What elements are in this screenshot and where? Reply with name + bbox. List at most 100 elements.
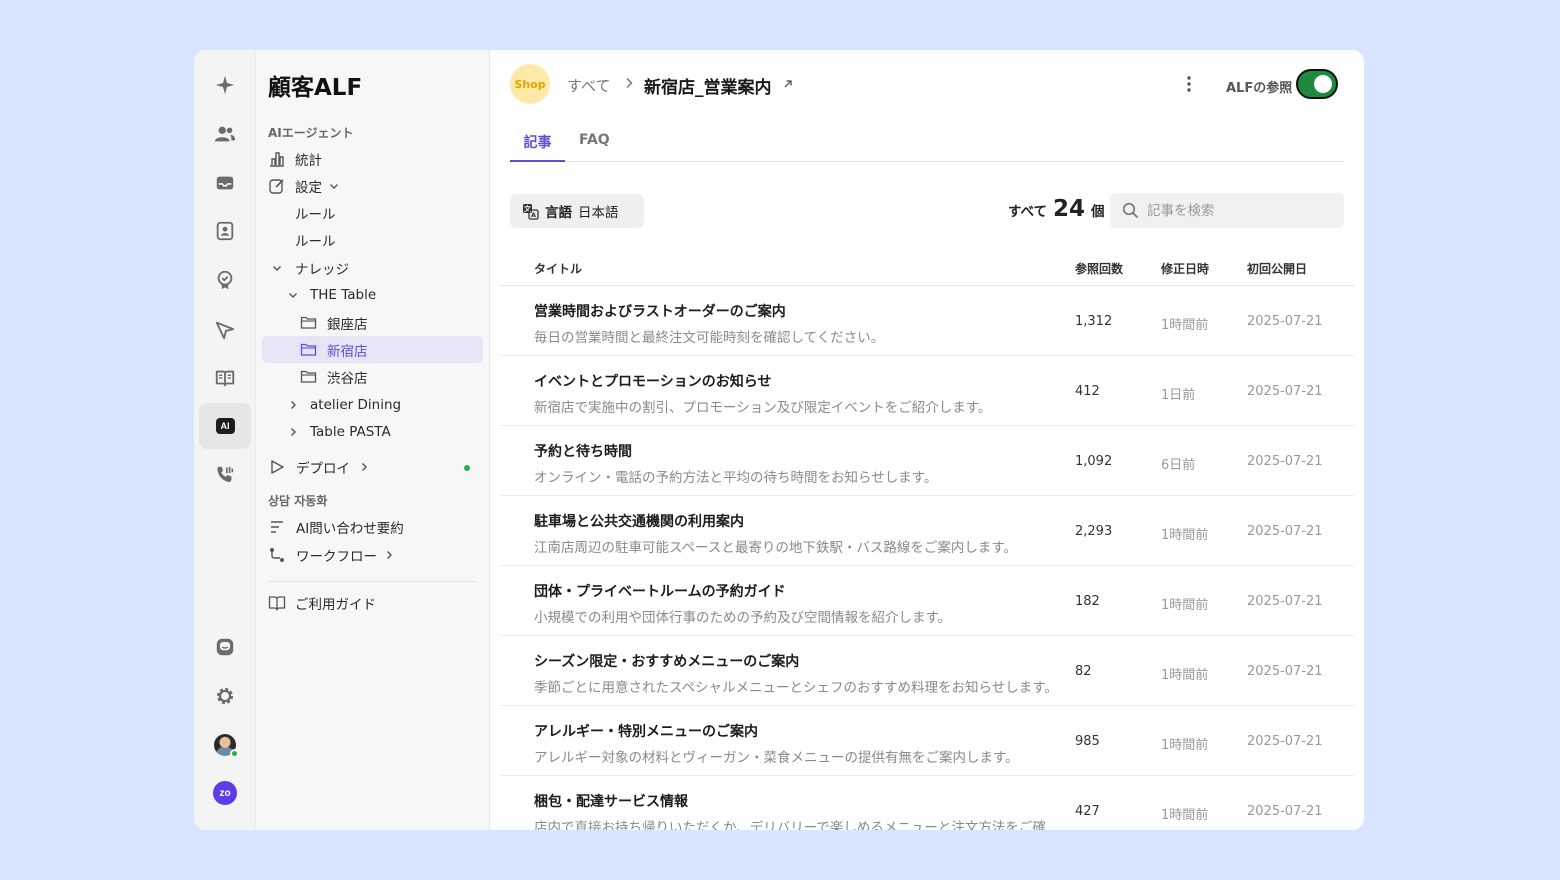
play-icon [271, 459, 284, 474]
sidebar-item-ginza[interactable]: 銀座店 [262, 309, 483, 336]
article-published: 2025-07-21 [1247, 734, 1323, 749]
workflow-icon [270, 547, 284, 562]
article-views: 1,092 [1075, 454, 1113, 469]
users-icon[interactable] [199, 111, 251, 157]
app-window: AI zo 顧客ALF AIエージェント 統計 設定 ルール ルール ナレッジ … [194, 50, 1364, 830]
sidebar-item-label: 設定 [295, 179, 322, 196]
sidebar-item-table-pasta[interactable]: Table PASTA [262, 418, 483, 445]
send-icon[interactable] [199, 307, 251, 353]
article-title: イベントとプロモーションのお知らせ [534, 374, 772, 390]
table-row[interactable]: 予約と待ち時間 オンライン・電話の予約方法と平均の待ち時間をお知らせします。 1… [500, 426, 1354, 496]
column-modified[interactable]: 修正日時 [1161, 260, 1209, 277]
article-table-body: 営業時間およびラストオーダーのご案内 毎日の営業時間と最終注文可能時刻を確認して… [500, 286, 1354, 830]
more-options-icon[interactable] [1180, 74, 1198, 94]
chevron-down-icon [273, 265, 281, 271]
sidebar-item-knowledge[interactable]: ナレッジ [262, 254, 483, 281]
shop-logo[interactable]: Shop [510, 64, 550, 104]
article-published: 2025-07-21 [1247, 524, 1323, 539]
count-prefix: すべて [1008, 204, 1048, 220]
sidebar-item-label: ルール [295, 233, 336, 250]
article-title: 予約と待ち時間 [534, 444, 632, 460]
tab-bar: 記事 FAQ [510, 124, 1344, 162]
sidebar-item-rule-2[interactable]: ルール [262, 226, 483, 253]
breadcrumb-root[interactable]: すべて [567, 75, 610, 96]
article-count: すべて 24 個 [1008, 196, 1105, 222]
table-row[interactable]: イベントとプロモーションのお知らせ 新宿店で実施中の割引、プロモーション及び限定… [500, 356, 1354, 426]
chevron-right-icon [626, 77, 633, 89]
article-description: アレルギー対象の材料とヴィーガン・菜食メニューの提供有無をご案内します。 [534, 750, 1019, 766]
page-title: 新宿店_営業案内 [644, 78, 772, 98]
sidebar-item-label: ワークフロー [296, 548, 377, 565]
language-label: 言語 [545, 205, 572, 221]
book-icon[interactable] [199, 355, 251, 401]
chevron-down-icon [330, 183, 338, 189]
sidebar-item-workflow[interactable]: ワークフロー [262, 541, 483, 568]
article-title: アレルギー・特別メニューのご案内 [534, 724, 758, 740]
table-header: タイトル 参照回数 修正日時 初回公開日 [500, 250, 1354, 286]
gear-icon[interactable] [199, 673, 251, 719]
language-value: 日本語 [578, 205, 619, 221]
table-row[interactable]: アレルギー・特別メニューのご案内 アレルギー対象の材料とヴィーガン・菜食メニュー… [500, 706, 1354, 776]
chevron-right-icon [291, 400, 296, 409]
sidebar-item-shinjuku[interactable]: 新宿店 [262, 336, 483, 363]
sidebar-divider [268, 581, 477, 582]
table-row[interactable]: 駐車場と公共交通機関の利用案内 江南店周辺の駐車可能スペースと最寄りの地下鉄駅・… [500, 496, 1354, 566]
search-box[interactable] [1110, 193, 1344, 228]
table-row[interactable]: 梱包・配達サービス情報 店内で直接お持ち帰りいただくか、デリバリーで楽しめるメニ… [500, 776, 1354, 830]
article-published: 2025-07-21 [1247, 804, 1323, 819]
column-title[interactable]: タイトル [534, 260, 582, 277]
article-modified: 1時間前 [1161, 318, 1209, 333]
alf-reference-toggle[interactable] [1296, 69, 1338, 99]
sidebar-item-stats[interactable]: 統計 [262, 145, 483, 172]
sidebar-item-label: 統計 [295, 152, 322, 169]
article-title: 梱包・配達サービス情報 [534, 794, 688, 810]
sidebar-item-label: 新宿店 [327, 343, 368, 360]
translate-icon: 文A [523, 203, 539, 220]
sidebar-item-label: ご利用ガイド [295, 596, 376, 613]
external-link-icon[interactable] [782, 78, 794, 90]
contact-card-icon[interactable] [199, 208, 251, 254]
alf-reference-label: ALFの参照 [1226, 81, 1293, 96]
table-row[interactable]: シーズン限定・おすすめメニューのご案内 季節ごとに用意されたスペシャルメニューと… [500, 636, 1354, 706]
column-views[interactable]: 参照回数 [1075, 260, 1123, 277]
bar-chart-icon [270, 151, 284, 167]
article-modified: 1時間前 [1161, 528, 1209, 543]
user-avatar[interactable] [199, 722, 251, 768]
sidebar-item-deploy[interactable]: デプロイ [262, 453, 483, 480]
language-selector[interactable]: 文A 言語 日本語 [510, 194, 644, 228]
badge-check-icon[interactable] [199, 257, 251, 303]
tab-faq[interactable]: FAQ [579, 132, 610, 162]
article-views: 412 [1075, 384, 1100, 399]
table-row[interactable]: 営業時間およびラストオーダーのご案内 毎日の営業時間と最終注文可能時刻を確認して… [500, 286, 1354, 356]
search-icon [1122, 202, 1139, 219]
sidebar-item-ai-summary[interactable]: AI問い合わせ要約 [262, 513, 483, 540]
lines-icon [271, 520, 283, 533]
zo-logo-icon[interactable]: zo [199, 770, 251, 816]
sidebar-item-guide[interactable]: ご利用ガイド [262, 589, 483, 616]
tab-articles[interactable]: 記事 [510, 132, 565, 162]
table-row[interactable]: 団体・プライベートルームの予約ガイド 小規模での利用や団体行事のための予約及び空… [500, 566, 1354, 636]
column-published[interactable]: 初回公開日 [1247, 260, 1307, 277]
chat-icon[interactable] [199, 624, 251, 670]
phone-icon[interactable] [199, 452, 251, 498]
inbox-icon[interactable] [199, 160, 251, 206]
edit-icon [269, 178, 284, 194]
sidebar-item-shibuya[interactable]: 渋谷店 [262, 363, 483, 390]
sidebar-item-the-table[interactable]: THE Table [262, 281, 483, 308]
article-views: 2,293 [1075, 524, 1113, 539]
sidebar-item-atelier-dining[interactable]: atelier Dining [262, 391, 483, 418]
sidebar-item-label: atelier Dining [310, 396, 402, 413]
article-modified: 1時間前 [1161, 808, 1209, 823]
article-published: 2025-07-21 [1247, 384, 1323, 399]
icon-rail: AI zo [194, 50, 256, 830]
search-input[interactable] [1147, 202, 1327, 219]
article-description: 小規模での利用や団体行事のための予約及び空間情報を紹介します。 [534, 610, 952, 626]
sparkle-icon[interactable] [199, 62, 251, 108]
ai-agent-icon[interactable]: AI [199, 403, 251, 449]
article-modified: 6日前 [1161, 458, 1196, 473]
article-description: 新宿店で実施中の割引、プロモーション及び限定イベントをご紹介します。 [534, 400, 992, 416]
sidebar-item-rule-1[interactable]: ルール [262, 199, 483, 226]
article-description: 季節ごとに用意されたスペシャルメニューとシェフのおすすめ料理をお知らせします。 [534, 680, 1058, 696]
folder-icon [300, 316, 317, 329]
sidebar-item-settings[interactable]: 設定 [262, 172, 483, 199]
